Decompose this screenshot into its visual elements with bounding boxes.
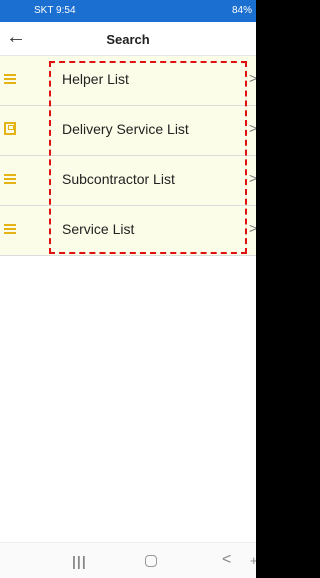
chevron-right-icon: > (249, 70, 256, 86)
home-button[interactable] (145, 555, 157, 567)
status-battery: 84% (231, 5, 252, 16)
list-item-label: Service List (62, 221, 135, 237)
list-icon (4, 71, 18, 87)
search-list: Helper List > Delivery Service List > Su… (0, 56, 256, 256)
list-item-delivery-service[interactable]: Delivery Service List > (0, 106, 256, 156)
status-carrier-time: SKT 9:54 (34, 5, 76, 16)
chevron-right-icon: > (249, 170, 256, 186)
chevron-right-icon: > (249, 120, 256, 136)
list-icon (4, 171, 18, 187)
page-title: Search (106, 32, 150, 47)
phone-screen: SKT 9:54 84% ← Search Helper List > Deli… (0, 0, 256, 578)
list-item-label: Subcontractor List (62, 171, 175, 187)
chevron-right-icon: > (249, 220, 256, 236)
app-header: ← Search (0, 22, 256, 56)
list-item-subcontractor[interactable]: Subcontractor List > (0, 156, 256, 206)
android-nav-bar: ||| < + (0, 542, 256, 578)
list-item-service[interactable]: Service List > (0, 206, 256, 256)
status-bar: SKT 9:54 84% (0, 0, 256, 22)
list-icon (4, 221, 18, 237)
screen-edge (256, 0, 270, 578)
document-icon (4, 121, 18, 137)
back-button[interactable]: < (222, 551, 231, 569)
list-item-label: Helper List (62, 71, 129, 87)
list-item-helper[interactable]: Helper List > (0, 56, 256, 106)
recent-apps-button[interactable]: ||| (72, 553, 87, 569)
list-item-label: Delivery Service List (62, 121, 189, 137)
